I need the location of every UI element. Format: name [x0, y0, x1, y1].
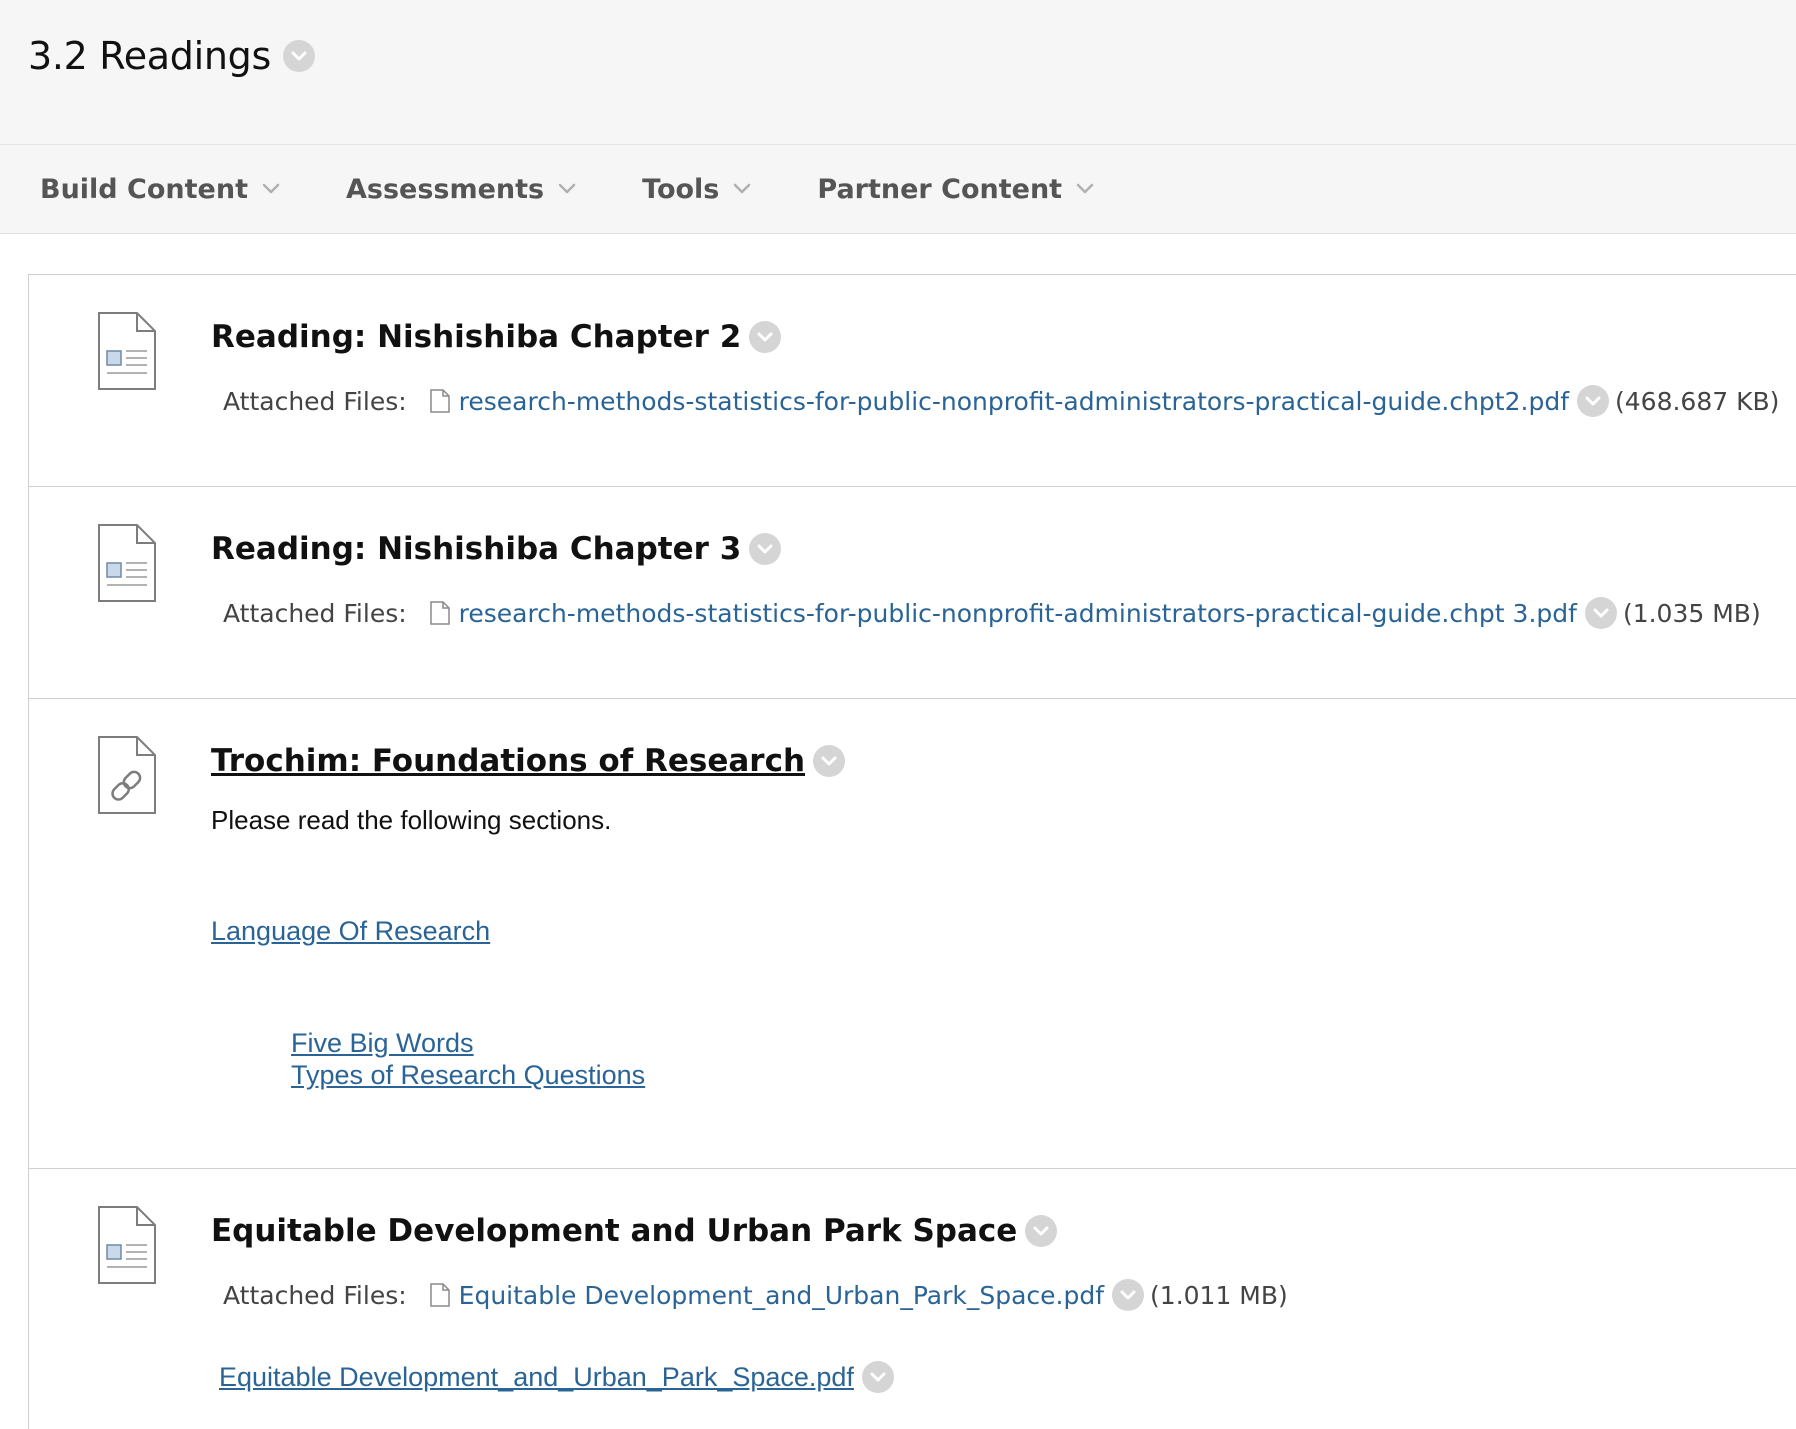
tools-menu[interactable]: Tools	[642, 174, 751, 205]
item-body: Trochim: Foundations of Research Please …	[211, 699, 1796, 1091]
item-title-link[interactable]: Trochim: Foundations of Research	[211, 743, 805, 779]
main-link-wrap: Language Of Research	[211, 916, 1796, 947]
attached-files-row: Attached Files: Equitable Development_an…	[223, 1279, 1796, 1311]
attached-files-label: Attached Files:	[223, 386, 407, 416]
file-icon	[429, 389, 450, 413]
build-content-menu[interactable]: Build Content	[40, 174, 280, 205]
partner-content-menu[interactable]: Partner Content	[817, 174, 1094, 205]
build-content-label: Build Content	[40, 173, 248, 205]
file-options-chevron-icon[interactable]	[1577, 385, 1609, 417]
types-of-research-questions-link[interactable]: Types of Research Questions	[291, 1059, 645, 1091]
inline-file-row: Equitable Development_and_Urban_Park_Spa…	[219, 1361, 1796, 1393]
file-icon	[429, 601, 450, 625]
chevron-down-icon	[262, 183, 280, 194]
attached-files-row: Attached Files: research-methods-statist…	[223, 385, 1796, 417]
item-title: Reading: Nishishiba Chapter 3	[211, 531, 742, 567]
sub-links: Five Big Words Types of Research Questio…	[291, 1027, 1796, 1091]
content-item: Reading: Nishishiba Chapter 3 Attached F…	[29, 487, 1796, 699]
page-header: 3.2 Readings	[0, 0, 1796, 145]
assessments-menu[interactable]: Assessments	[346, 174, 576, 205]
item-options-chevron-icon[interactable]	[749, 533, 782, 565]
file-icon	[429, 1283, 450, 1307]
content-item: Equitable Development and Urban Park Spa…	[29, 1169, 1796, 1429]
item-body: Reading: Nishishiba Chapter 3 Attached F…	[211, 487, 1796, 629]
chevron-down-icon	[558, 183, 576, 194]
partner-content-label: Partner Content	[817, 173, 1063, 205]
item-title: Reading: Nishishiba Chapter 2	[211, 319, 742, 355]
attached-files-label: Attached Files:	[223, 1280, 407, 1310]
assessments-label: Assessments	[345, 173, 545, 205]
item-title-row: Reading: Nishishiba Chapter 2	[211, 319, 1796, 355]
attached-files-row: Attached Files: research-methods-statist…	[223, 597, 1796, 629]
content-item: Reading: Nishishiba Chapter 2 Attached F…	[29, 275, 1796, 487]
item-options-chevron-icon[interactable]	[1025, 1215, 1058, 1247]
web-link-icon	[98, 736, 156, 814]
chevron-down-icon	[734, 183, 751, 194]
page-title-wrap: 3.2 Readings	[28, 34, 315, 78]
file-options-chevron-icon[interactable]	[1584, 597, 1617, 629]
file-size: (468.687 KB)	[1615, 386, 1780, 416]
file-options-chevron-icon[interactable]	[1112, 1279, 1145, 1311]
attached-file-link[interactable]: research-methods-statistics-for-public-n…	[459, 599, 1577, 628]
document-icon	[98, 312, 156, 390]
content-list: Reading: Nishishiba Chapter 2 Attached F…	[28, 274, 1796, 1429]
inline-file-link[interactable]: Equitable Development_and_Urban_Park_Spa…	[219, 1362, 854, 1393]
chevron-down-icon	[1076, 183, 1094, 194]
page-title-options-chevron-icon[interactable]	[282, 40, 315, 72]
file-size: (1.035 MB)	[1622, 598, 1761, 628]
document-icon	[98, 1206, 156, 1284]
content-toolbar: Build Content Assessments Tools Partner …	[0, 145, 1796, 234]
document-icon	[98, 524, 156, 602]
item-options-chevron-icon[interactable]	[813, 745, 846, 777]
attached-files-label: Attached Files:	[223, 598, 407, 628]
item-title-row: Trochim: Foundations of Research	[211, 743, 1796, 779]
item-title-row: Reading: Nishishiba Chapter 3	[211, 531, 1796, 567]
item-title: Equitable Development and Urban Park Spa…	[211, 1213, 1018, 1249]
language-of-research-link[interactable]: Language Of Research	[211, 916, 490, 947]
item-body: Equitable Development and Urban Park Spa…	[211, 1169, 1796, 1393]
five-big-words-link[interactable]: Five Big Words	[291, 1027, 474, 1059]
content-item: Trochim: Foundations of Research Please …	[29, 699, 1796, 1169]
item-title-row: Equitable Development and Urban Park Spa…	[211, 1213, 1796, 1249]
page-title: 3.2 Readings	[28, 34, 271, 78]
item-description: Please read the following sections.	[211, 805, 612, 835]
item-body: Reading: Nishishiba Chapter 2 Attached F…	[211, 275, 1796, 417]
inline-file-options-chevron-icon[interactable]	[861, 1361, 894, 1393]
attached-file-link[interactable]: Equitable Development_and_Urban_Park_Spa…	[459, 1281, 1104, 1310]
item-options-chevron-icon[interactable]	[749, 321, 782, 353]
file-size: (1.011 MB)	[1150, 1280, 1288, 1310]
attached-file-link[interactable]: research-methods-statistics-for-public-n…	[459, 387, 1569, 416]
tools-label: Tools	[642, 173, 720, 205]
